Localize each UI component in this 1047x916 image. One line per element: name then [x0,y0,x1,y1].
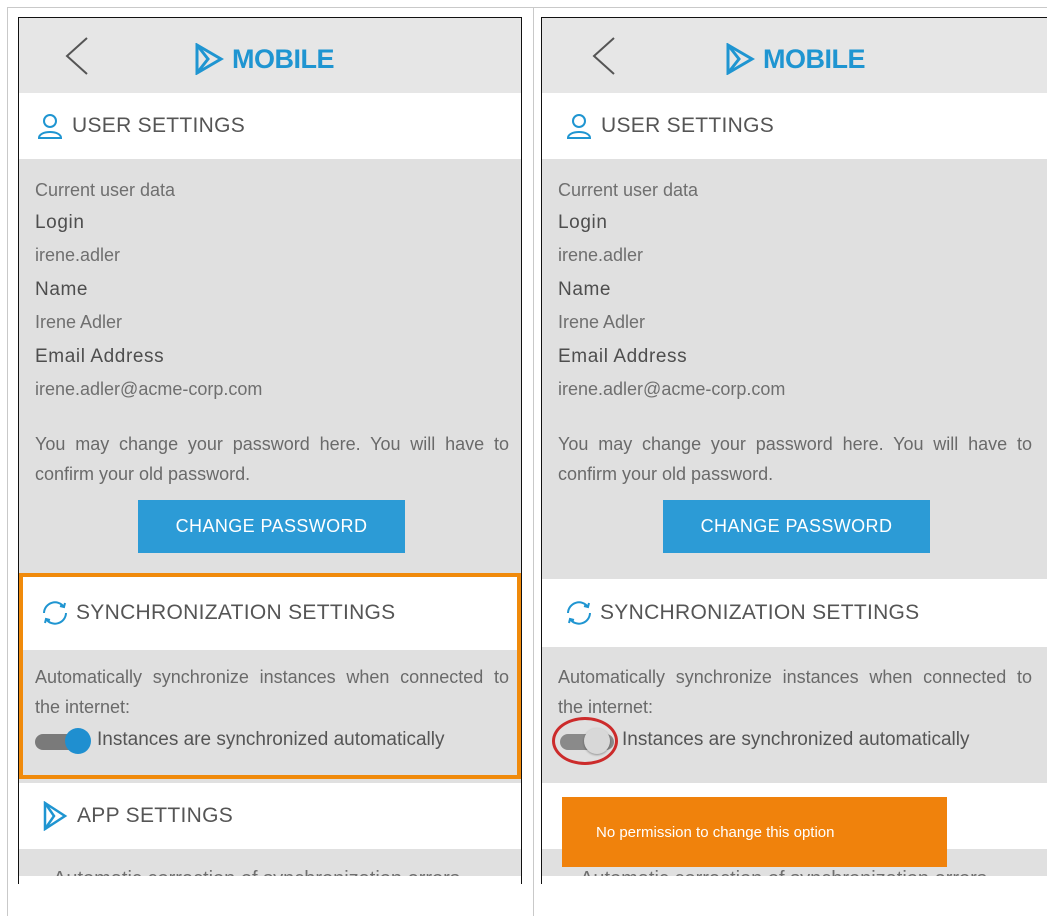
user-settings-title: USER SETTINGS [72,114,246,137]
cell-border-left [7,7,8,916]
cell-border-top [7,7,1047,8]
sync-settings-title: SYNCHRONIZATION SETTINGS [600,601,920,624]
name-label: Name [558,279,612,300]
change-password-button[interactable]: CHANGE PASSWORD [663,500,930,553]
user-settings-header: USER SETTINGS [542,93,1047,159]
app-settings-header: APP SETTINGS [19,783,521,849]
brand-logo: MOBILE [194,41,335,77]
sync-icon [567,601,591,625]
screenshot-panel-right: MOBILE USER SETTINGS Current user data L… [541,17,1047,884]
panel-bottom-clip [19,876,521,884]
sync-description: Automatically synchronize instances when… [558,667,1032,717]
app-header: MOBILE [542,18,1047,93]
email-value: irene.adler@acme-corp.com [558,379,786,399]
change-password-button[interactable]: CHANGE PASSWORD [138,500,405,553]
sync-section-highlight [19,573,521,779]
login-value: irene.adler [558,245,644,265]
app-settings-title: APP SETTINGS [77,804,234,827]
current-user-data-label: Current user data [558,180,699,200]
back-arrow-icon[interactable] [588,36,628,76]
email-label: Email Address [35,346,165,367]
play-logo-icon [43,801,68,831]
back-arrow-icon[interactable] [61,36,101,76]
user-settings-header: USER SETTINGS [19,93,521,159]
login-label: Login [35,212,85,233]
auto-sync-toggle-label: Instances are synchronized automatically [622,729,970,750]
name-value: Irene Adler [558,312,646,332]
name-label: Name [35,279,89,300]
email-value: irene.adler@acme-corp.com [35,379,263,399]
brand-logo: MOBILE [725,41,866,77]
password-hint: You may change your password here. You w… [35,434,509,484]
brand-name: MOBILE [763,43,866,74]
user-icon [37,114,63,139]
toggle-highlight-ring [552,717,618,765]
app-header: MOBILE [19,18,521,93]
login-label: Login [558,212,608,233]
play-logo-icon [726,43,755,75]
name-value: Irene Adler [35,312,123,332]
cell-border-middle [533,7,534,916]
sync-settings-header: SYNCHRONIZATION SETTINGS [542,579,1047,647]
user-settings-title: USER SETTINGS [601,114,775,137]
panel-bottom-clip [542,876,1047,884]
login-value: irene.adler [35,245,121,265]
brand-name: MOBILE [232,43,335,74]
permission-toast: No permission to change this option [562,797,947,867]
current-user-data-label: Current user data [35,180,176,200]
play-logo-icon [195,43,224,75]
password-hint: You may change your password here. You w… [558,434,1032,484]
user-icon [566,114,592,139]
email-label: Email Address [558,346,688,367]
